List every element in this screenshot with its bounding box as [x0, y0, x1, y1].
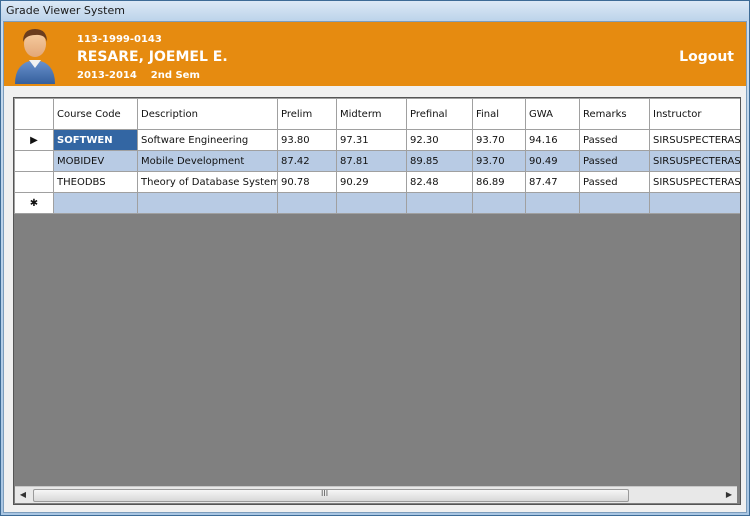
column-header-remarks[interactable]: Remarks [579, 98, 650, 130]
cell-description[interactable]: Software Engineering [137, 129, 278, 151]
current-row-indicator-icon[interactable]: ▶ [14, 129, 54, 151]
column-header-midterm[interactable]: Midterm [336, 98, 407, 130]
new-row[interactable]: ✱ [14, 192, 740, 214]
cell-instructor[interactable] [649, 192, 740, 214]
cell-prelim[interactable]: 90.78 [277, 171, 337, 193]
column-header-prefinal[interactable]: Prefinal [406, 98, 473, 130]
row-header-corner[interactable] [14, 98, 54, 130]
student-header: 113-1999-0143 RESARE, JOEMEL E. 2013-201… [4, 22, 746, 86]
cell-prelim[interactable]: 87.42 [277, 150, 337, 172]
column-header-description[interactable]: Description [137, 98, 278, 130]
cell-prefinal[interactable]: 82.48 [406, 171, 473, 193]
table-row[interactable]: THEODBS Theory of Database Systems 90.78… [14, 171, 740, 193]
cell-gwa[interactable]: 90.49 [525, 150, 580, 172]
cell-remarks[interactable]: Passed [579, 171, 650, 193]
table-row[interactable]: MOBIDEV Mobile Development 87.42 87.81 8… [14, 150, 740, 172]
cell-gwa[interactable]: 87.47 [525, 171, 580, 193]
horizontal-scrollbar[interactable]: ◀ III ▶ [15, 486, 737, 503]
cell-description[interactable]: Theory of Database Systems [137, 171, 278, 193]
scroll-right-arrow-icon[interactable]: ▶ [721, 487, 737, 503]
cell-final[interactable]: 93.70 [472, 150, 526, 172]
academic-term: 2013-2014 2nd Sem [77, 70, 200, 81]
cell-course-code[interactable]: THEODBS [53, 171, 138, 193]
scrollbar-grip: III [321, 489, 329, 498]
cell-remarks[interactable]: Passed [579, 129, 650, 151]
cell-prefinal[interactable]: 92.30 [406, 129, 473, 151]
column-header-prelim[interactable]: Prelim [277, 98, 337, 130]
cell-midterm[interactable]: 90.29 [336, 171, 407, 193]
grades-grid[interactable]: Course Code Description Prelim Midterm P… [13, 97, 741, 505]
cell-final[interactable] [472, 192, 526, 214]
cell-midterm[interactable]: 87.81 [336, 150, 407, 172]
cell-course-code[interactable]: MOBIDEV [53, 150, 138, 172]
client-area: 113-1999-0143 RESARE, JOEMEL E. 2013-201… [3, 21, 747, 513]
logout-button[interactable]: Logout [679, 49, 734, 65]
column-header-final[interactable]: Final [472, 98, 526, 130]
column-header-course-code[interactable]: Course Code [53, 98, 138, 130]
cell-instructor[interactable]: SIRSUSPECTERASE [649, 150, 740, 172]
student-name: RESARE, JOEMEL E. [77, 49, 228, 65]
cell-prelim[interactable] [277, 192, 337, 214]
app-window: Grade Viewer System 113-1999-0143 RESARE… [0, 0, 750, 516]
row-header[interactable] [14, 150, 54, 172]
cell-midterm[interactable]: 97.31 [336, 129, 407, 151]
cell-remarks[interactable]: Passed [579, 150, 650, 172]
cell-course-code[interactable] [53, 192, 138, 214]
cell-gwa[interactable] [525, 192, 580, 214]
column-header-instructor[interactable]: Instructor [649, 98, 740, 130]
cell-midterm[interactable] [336, 192, 407, 214]
table-row[interactable]: ▶ SOFTWEN Software Engineering 93.80 97.… [14, 129, 740, 151]
cell-remarks[interactable] [579, 192, 650, 214]
cell-description[interactable] [137, 192, 278, 214]
row-header[interactable] [14, 171, 54, 193]
cell-prefinal[interactable]: 89.85 [406, 150, 473, 172]
cell-description[interactable]: Mobile Development [137, 150, 278, 172]
cell-course-code[interactable]: SOFTWEN [53, 129, 138, 151]
user-avatar-icon [15, 29, 55, 84]
cell-instructor[interactable]: SIRSUSPECTERASE [649, 171, 740, 193]
cell-final[interactable]: 93.70 [472, 129, 526, 151]
scroll-left-arrow-icon[interactable]: ◀ [15, 487, 31, 503]
window-title: Grade Viewer System [6, 4, 125, 17]
student-id: 113-1999-0143 [77, 34, 162, 45]
column-header-gwa[interactable]: GWA [525, 98, 580, 130]
cell-instructor[interactable]: SIRSUSPECTERASE [649, 129, 740, 151]
cell-gwa[interactable]: 94.16 [525, 129, 580, 151]
cell-prelim[interactable]: 93.80 [277, 129, 337, 151]
title-bar[interactable]: Grade Viewer System [1, 1, 749, 21]
cell-prefinal[interactable] [406, 192, 473, 214]
scrollbar-thumb[interactable]: III [33, 489, 629, 502]
cell-final[interactable]: 86.89 [472, 171, 526, 193]
new-row-asterisk-icon[interactable]: ✱ [14, 192, 54, 214]
grades-table: Course Code Description Prelim Midterm P… [14, 98, 740, 214]
